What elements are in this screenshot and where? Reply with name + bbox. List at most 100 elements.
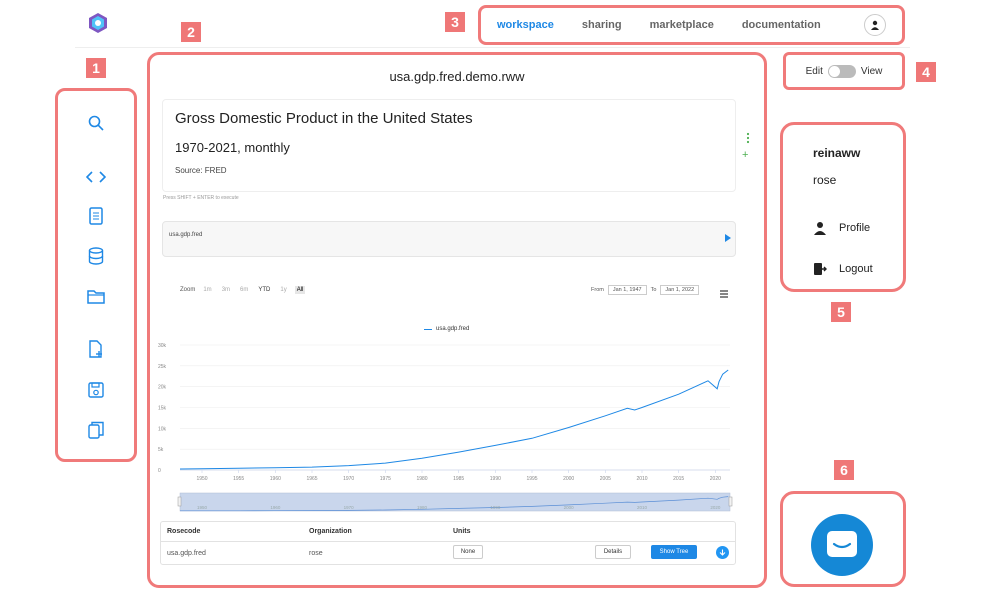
search-icon[interactable] [86,113,106,133]
header-units: Units [453,528,471,535]
date-range: From Jan 1, 1947 To Jan 1, 2022 [591,285,700,295]
run-icon[interactable] [725,234,731,242]
x-tick-label: 1965 [306,476,317,482]
badge-1: 1 [86,58,106,78]
units-select[interactable]: None [453,545,483,559]
profile-label: Profile [839,222,871,234]
zoom-label: Zoom [180,287,196,293]
username: reinaww [813,146,861,160]
y-tick-label: 25k [158,364,167,370]
x-tick-label: 2000 [563,476,574,482]
markdown-title: Gross Domestic Product in the United Sta… [175,110,473,127]
x-tick-label: 2005 [600,476,611,482]
badge-5: 5 [831,302,851,322]
zoom-1y-button[interactable]: 1y [278,286,288,294]
badge-4: 4 [916,62,936,82]
execute-hint: Press SHIFT + ENTER to execute [163,195,239,201]
logout-menu-item[interactable]: Logout [813,262,873,276]
chat-icon [827,531,857,557]
gdp-chart: 0 5k 10k 15k 20k 25k 30k 1950 1955 1960 1965 1970 19… [158,343,733,512]
x-tick-label: 1970 [343,476,354,482]
chat-button[interactable] [811,514,873,576]
legend-label: usa.gdp.fred [436,326,470,332]
code-cell[interactable]: usa.gdp.fred [162,221,736,257]
nav-sharing[interactable]: sharing [582,19,622,31]
chart-menu-icon[interactable] [718,286,730,298]
profile-menu-item[interactable]: Profile [813,221,870,235]
show-tree-button[interactable]: Show Tree [651,545,697,559]
series-table: Rosecode Organization Units usa.gdp.fred… [160,521,736,565]
markdown-subtitle: 1970-2021, monthly [175,140,290,155]
cell-organization: rose [309,550,323,557]
zoom-all-button[interactable]: All [294,286,306,294]
person-icon [814,222,826,235]
save-icon[interactable] [86,380,106,400]
details-button[interactable]: Details [595,545,631,559]
x-tick-label: 1995 [526,476,537,482]
edit-label: Edit [805,65,823,77]
copy-icon[interactable] [86,420,106,440]
edit-view-toggle: Edit View [783,52,905,90]
zoom-controls: Zoom 1m 3m 6m YTD 1y All [180,286,306,294]
badge-6: 6 [834,460,854,480]
navigator-tick-label: 2000 [564,505,575,510]
y-tick-label: 0 [158,468,161,474]
folder-icon[interactable] [86,286,106,306]
markdown-source: Source: FRED [175,166,227,175]
x-tick-label: 2015 [673,476,684,482]
zoom-3m-button[interactable]: 3m [220,286,232,294]
x-tick-label: 1960 [270,476,281,482]
y-tick-label: 15k [158,406,167,412]
app-logo[interactable] [87,12,109,34]
code-text: usa.gdp.fred [169,232,203,238]
database-icon[interactable] [86,246,106,266]
add-cell-icon[interactable]: + [742,149,748,161]
range-from-input[interactable]: Jan 1, 1947 [607,285,647,295]
zoom-ytd-button[interactable]: YTD [256,286,272,294]
x-tick-label: 1990 [490,476,501,482]
range-to-input[interactable]: Jan 1, 2022 [660,285,700,295]
nav-documentation[interactable]: documentation [742,19,821,31]
user-account-icon[interactable] [864,14,886,36]
cell-menu-icon[interactable] [746,131,750,149]
zoom-6m-button[interactable]: 6m [238,286,250,294]
chat-widget-container [780,491,906,587]
navigator-tick-label: 1990 [490,505,501,510]
chart-legend[interactable]: usa.gdp.fred [424,326,469,332]
navigator-tick-label: 1980 [417,505,428,510]
navigator-tick-label: 2010 [637,505,648,510]
notebook-panel: usa.gdp.fred.demo.rww Gross Domestic Pro… [147,52,767,588]
file-title: usa.gdp.fred.demo.rww [389,69,525,84]
logout-icon [814,263,827,275]
sidebar [55,88,137,462]
code-icon[interactable] [86,167,106,187]
badge-3: 3 [445,12,465,32]
nav-workspace[interactable]: workspace [497,19,554,31]
x-tick-label: 1950 [196,476,207,482]
new-file-icon[interactable] [86,339,106,359]
x-tick-label: 1980 [416,476,427,482]
x-tick-label: 1985 [453,476,464,482]
document-icon[interactable] [86,206,106,226]
download-icon[interactable] [716,546,729,559]
navigator-tick-label: 1950 [197,505,208,510]
x-tick-label: 1955 [233,476,244,482]
navigator-handle-left [177,496,182,507]
markdown-cell[interactable]: Gross Domestic Product in the United Sta… [162,99,736,192]
zoom-1m-button[interactable]: 1m [201,286,213,294]
top-navigation: workspace sharing marketplace documentat… [478,5,905,45]
cell-rosecode: usa.gdp.fred [167,550,206,557]
y-tick-label: 10k [158,426,167,432]
series-line [179,369,729,470]
header-rosecode: Rosecode [167,528,201,535]
header-organization: Organization [309,528,352,535]
badge-2: 2 [181,22,201,42]
mode-switch[interactable] [827,64,856,78]
user-org: rose [813,173,837,187]
y-tick-label: 5k [158,447,164,453]
navigator-handle-right [728,496,733,507]
range-from-label: From [591,287,604,293]
nav-marketplace[interactable]: marketplace [650,19,714,31]
y-tick-label: 20k [158,385,167,391]
user-menu: reinaww rose Profile Logout [780,122,906,292]
